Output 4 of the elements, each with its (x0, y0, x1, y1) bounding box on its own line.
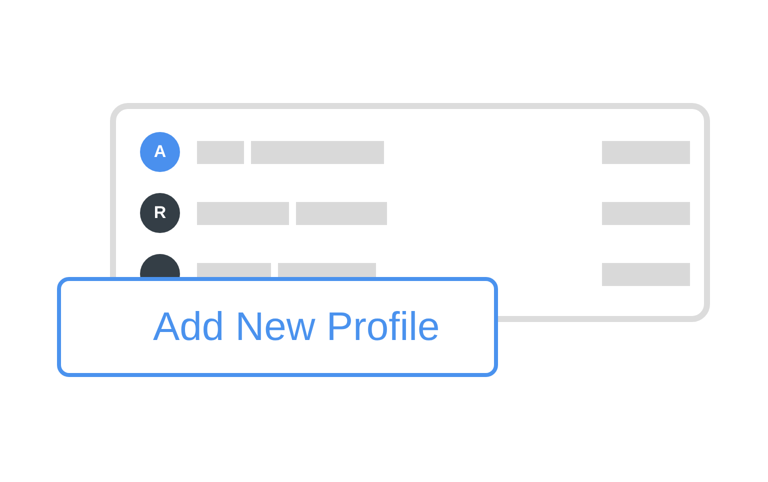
add-profile-button[interactable]: Add New Profile (57, 277, 498, 377)
placeholder-bar (197, 140, 244, 164)
avatar: A (140, 132, 180, 172)
avatar: R (140, 193, 180, 233)
